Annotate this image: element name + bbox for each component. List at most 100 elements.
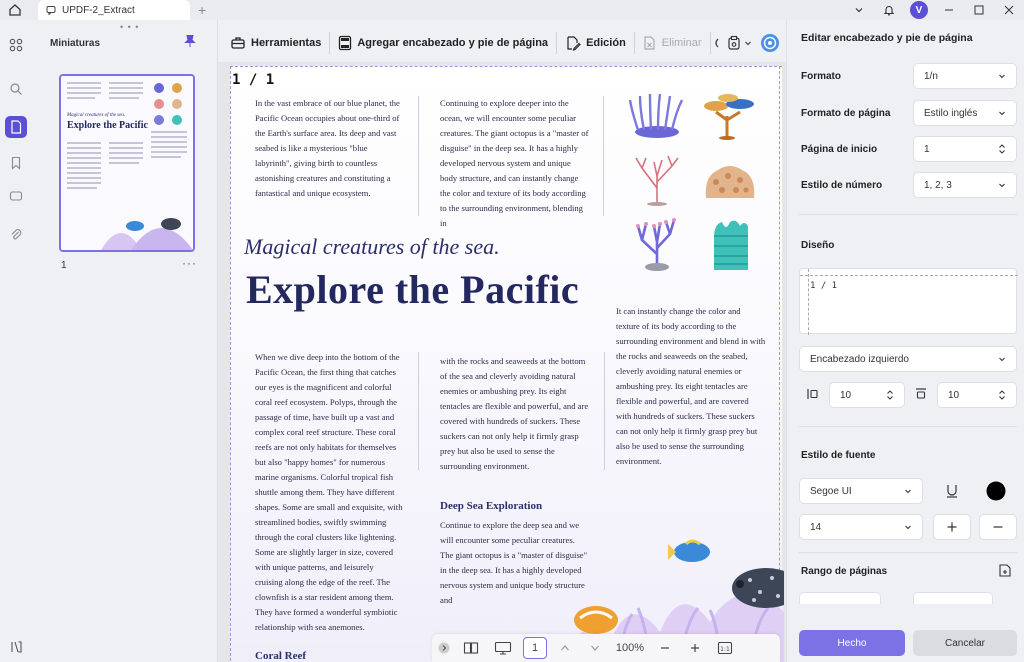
page-number-input[interactable]: 1 — [523, 637, 547, 659]
font-family-value: Segoe UI — [810, 485, 852, 497]
page-format-label: Formato de página — [801, 108, 891, 119]
chevron-down-icon — [905, 489, 911, 494]
plus-icon — [691, 644, 699, 652]
number-style-select[interactable]: 1, 2, 3 — [913, 172, 1017, 198]
ai-assistant-button[interactable] — [756, 28, 784, 58]
page-range-settings-button[interactable] — [995, 562, 1015, 580]
preview-guide-h — [800, 275, 1018, 276]
document-tab[interactable]: UPDF-2_Extract — [38, 0, 190, 20]
panel-divider — [799, 552, 1017, 553]
two-page-view-button[interactable] — [456, 634, 486, 662]
save-icon — [728, 35, 740, 50]
rail-attachments-button[interactable] — [5, 224, 27, 246]
pin-button[interactable] — [184, 34, 196, 51]
chevron-right-icon — [438, 642, 450, 654]
page-format-select[interactable]: Estilo inglés — [913, 100, 1017, 126]
notifications-button[interactable] — [874, 0, 904, 20]
column-divider — [418, 352, 419, 470]
zoom-level[interactable]: 100% — [610, 634, 650, 662]
edit-label: Edición — [586, 37, 626, 49]
rail-comments-button[interactable] — [5, 186, 27, 208]
delete-button[interactable]: Eliminar — [635, 28, 710, 58]
edit-button[interactable]: Edición — [557, 28, 634, 58]
font-family-select[interactable]: Segoe UI — [799, 478, 923, 504]
chevron-down-icon — [591, 645, 599, 651]
format-select[interactable]: 1/n — [913, 63, 1017, 89]
add-tab-button[interactable]: + — [198, 2, 206, 18]
rail-apps-button[interactable] — [5, 34, 27, 56]
chevron-down-icon — [999, 74, 1005, 79]
account-button[interactable]: V — [904, 0, 934, 20]
minimize-icon — [945, 9, 953, 11]
page-thumbnail[interactable]: Magical creatures of the sea. Explore th… — [59, 74, 195, 252]
left-margin-stepper[interactable]: 10 — [829, 382, 905, 408]
edit-toolbar: Herramientas Agregar encabezado y pie de… — [222, 24, 784, 62]
margin-guide-left — [230, 66, 231, 662]
page-range-from-field[interactable] — [799, 592, 881, 604]
delete-label: Eliminar — [661, 37, 702, 49]
save-menu-button[interactable] — [722, 28, 756, 58]
underline-button[interactable] — [937, 480, 967, 502]
stepper-arrows-icon — [999, 390, 1005, 400]
next-page-button[interactable] — [580, 634, 610, 662]
top-margin-value: 10 — [948, 389, 960, 401]
close-icon — [1004, 5, 1014, 15]
pink-coral-image — [635, 155, 679, 206]
tools-button[interactable]: Herramientas — [222, 28, 329, 58]
page-range-to-field[interactable] — [913, 592, 993, 604]
resize-grip[interactable]: • • • — [120, 22, 139, 32]
maximize-button[interactable] — [964, 0, 994, 20]
rail-bookmarks-button[interactable] — [5, 152, 27, 174]
increase-font-button[interactable] — [933, 514, 971, 540]
thumbnail-more-button[interactable]: ··· — [182, 256, 197, 270]
thumbnails-title: Miniaturas — [50, 38, 101, 49]
book-view-icon — [463, 642, 479, 654]
top-margin-stepper[interactable]: 10 — [937, 382, 1017, 408]
add-header-footer-button[interactable]: Agregar encabezado y pie de página — [330, 28, 556, 58]
cancel-button[interactable]: Cancelar — [913, 630, 1017, 656]
done-button[interactable]: Hecho — [799, 630, 905, 656]
zoom-in-button[interactable] — [680, 634, 710, 662]
text-column-coral-reef: When we dive deep into the bottom of the… — [255, 352, 403, 632]
number-style-value: 1, 2, 3 — [924, 179, 952, 191]
font-color-button[interactable] — [985, 480, 1007, 502]
design-label: Diseño — [801, 240, 835, 251]
paperclip-icon — [11, 229, 22, 240]
home-icon — [9, 4, 21, 16]
decrease-font-button[interactable] — [979, 514, 1017, 540]
toolbar-overflow-item[interactable] — [711, 28, 721, 58]
format-value: 1/n — [924, 70, 938, 82]
start-page-stepper[interactable]: 1 — [913, 136, 1017, 162]
actual-size-button[interactable]: 1:1 — [710, 634, 740, 662]
previous-page-button[interactable] — [550, 634, 580, 662]
font-style-label: Estilo de fuente — [801, 450, 876, 461]
pin-icon — [184, 35, 196, 47]
rail-search-button[interactable] — [5, 78, 27, 100]
document-canvas[interactable]: 1 / 1 In the vast embrace of our blue pl… — [218, 62, 786, 662]
rail-settings-button[interactable] — [5, 636, 27, 658]
header-footer-icon — [339, 35, 352, 51]
presentation-button[interactable] — [486, 634, 520, 662]
tab-title: UPDF-2_Extract — [62, 4, 135, 16]
svg-text:Explore the Pacific: Explore the Pacific — [67, 120, 148, 131]
top-margin-icon — [916, 388, 926, 399]
rail-thumbnails-button[interactable] — [5, 116, 27, 138]
avatar: V — [910, 1, 928, 19]
home-button[interactable] — [0, 0, 30, 20]
zoom-out-button[interactable] — [650, 634, 680, 662]
minimize-button[interactable] — [934, 0, 964, 20]
font-size-select[interactable]: 14 — [799, 514, 923, 540]
position-select[interactable]: Encabezado izquierdo — [799, 346, 1017, 372]
collapse-bar-button[interactable] — [432, 634, 456, 662]
delete-page-icon — [644, 36, 655, 50]
partial-icon — [714, 38, 719, 48]
comment-icon — [46, 6, 56, 15]
coral-reef-heading: Coral Reef — [255, 650, 307, 662]
close-window-button[interactable] — [994, 0, 1024, 20]
panel-divider — [799, 426, 1017, 427]
header-position-preview[interactable]: 1 / 1 — [799, 268, 1018, 335]
left-margin-icon-wrap — [805, 386, 821, 402]
plus-icon — [947, 522, 957, 532]
left-margin-icon — [807, 389, 818, 399]
chevron-down-button[interactable] — [844, 0, 874, 20]
